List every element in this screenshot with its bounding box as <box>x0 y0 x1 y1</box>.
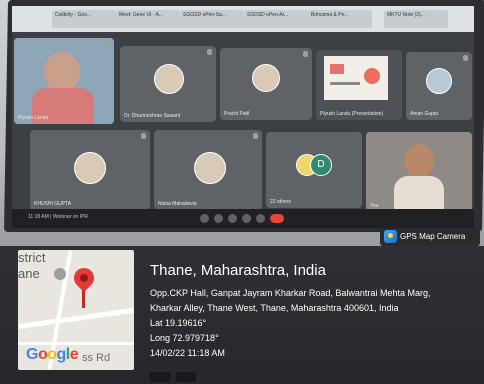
place-title: Thane, Maharashtra, India <box>150 262 326 279</box>
participant-face <box>44 52 80 92</box>
browser-tab[interactable]: MKTU Note (3)... <box>384 10 448 28</box>
map-city-label: ane <box>18 266 40 281</box>
mic-icon <box>253 133 258 139</box>
timestamp: 14/02/22 11:18 AM <box>150 348 225 358</box>
laptop-screen: Colibrity - Goo... Meet: Gene UI - A... … <box>12 6 474 228</box>
browser-tab[interactable]: Meet: Gene UI - A... <box>116 10 180 28</box>
participant-tile[interactable]: Prachi Patil <box>220 48 312 120</box>
browser-tab-bar: Colibrity - Goo... Meet: Gene UI - A... … <box>12 6 474 32</box>
avatar-initial: D <box>310 154 332 176</box>
meeting-controls-bar: 11:18 AM | Webinar on IPR <box>12 209 474 228</box>
participant-tile[interactable]: KHUSHI GUPTA <box>30 130 150 210</box>
participant-tile[interactable]: D 22 others <box>266 132 362 208</box>
mic-icon <box>463 55 468 61</box>
camera-toggle-icon[interactable] <box>214 214 223 223</box>
latitude: Lat 19.19616° <box>150 318 207 328</box>
presentation-slide <box>324 56 388 100</box>
participant-tile[interactable]: Nisha Mahadevia <box>154 130 262 210</box>
map-district-label: strict <box>18 250 46 265</box>
meeting-time-title: 11:18 AM | Webinar on IPR <box>28 214 89 220</box>
gps-camera-icon <box>384 230 397 243</box>
map-road-label: ss Rd <box>82 352 111 364</box>
participant-name: Nisha Mahadevia <box>158 201 197 207</box>
browser-tab[interactable]: Colibrity - Goo... <box>52 10 116 28</box>
participant-name: Piyush Landu (Presentation) <box>320 111 384 117</box>
participant-name: Prachi Patil <box>224 111 250 117</box>
map-road <box>18 342 134 345</box>
participant-shirt <box>394 176 444 212</box>
captions-icon[interactable] <box>228 214 237 223</box>
avatar <box>252 64 280 92</box>
avatar <box>154 64 184 94</box>
map-poi-icon <box>54 268 66 280</box>
map-thumbnail: strict ane Google ss Rd <box>18 250 134 370</box>
location-pin-icon <box>69 263 99 293</box>
participant-name: KHUSHI GUPTA <box>34 201 72 207</box>
mic-icon <box>141 133 146 139</box>
participant-tile[interactable]: You <box>366 132 472 212</box>
mic-icon <box>105 41 110 47</box>
mic-icon <box>303 51 308 57</box>
longitude: Long 72.979718° <box>150 333 219 343</box>
avatar <box>194 152 226 184</box>
browser-tab[interactable]: SGDSD ePen-Ai... <box>244 10 308 28</box>
slide-graphic <box>364 68 380 84</box>
participant-name: Aman Gupta <box>410 111 439 117</box>
browser-tab[interactable]: Bohusma & Pe... <box>308 10 372 28</box>
participant-tile[interactable]: Dr. Dharmeshree Sawant <box>120 46 216 122</box>
participant-tile[interactable]: Piyush Landu (Presentation) <box>316 50 402 120</box>
location-pin-tail <box>82 290 85 308</box>
meet-grid: Piyush Landu Dr. Dharmeshree Sawant Prac… <box>12 32 474 228</box>
end-call-button[interactable] <box>270 214 284 223</box>
avatar <box>74 152 106 184</box>
participant-name: Piyush Landu <box>18 115 49 121</box>
slide-graphic <box>330 64 344 74</box>
participant-name: 22 others <box>270 199 291 205</box>
participant-face <box>404 144 434 178</box>
gps-map-camera-badge: GPS Map Camera <box>380 228 480 246</box>
mic-toggle-icon[interactable] <box>200 214 209 223</box>
present-icon[interactable] <box>242 214 251 223</box>
mic-icon <box>207 49 212 55</box>
participant-tile[interactable]: Aman Gupta <box>406 52 472 120</box>
browser-tab[interactable]: SGGSD ePen-Sa... <box>180 10 244 28</box>
badge-label: GPS Map Camera <box>400 232 466 241</box>
google-logo: Google <box>26 346 79 363</box>
participant-name: Dr. Dharmeshree Sawant <box>124 113 181 119</box>
more-options-icon[interactable] <box>256 214 265 223</box>
address-line-1: Opp.CKP Hall, Ganpat Jayram Kharkar Road… <box>150 288 431 298</box>
slide-line <box>330 82 360 85</box>
avatar <box>426 68 452 94</box>
address-line-2: Kharkar Alley, Thane West, Thane, Mahara… <box>150 303 399 313</box>
participant-tile[interactable]: Piyush Landu <box>14 38 114 124</box>
map-road <box>18 307 134 330</box>
